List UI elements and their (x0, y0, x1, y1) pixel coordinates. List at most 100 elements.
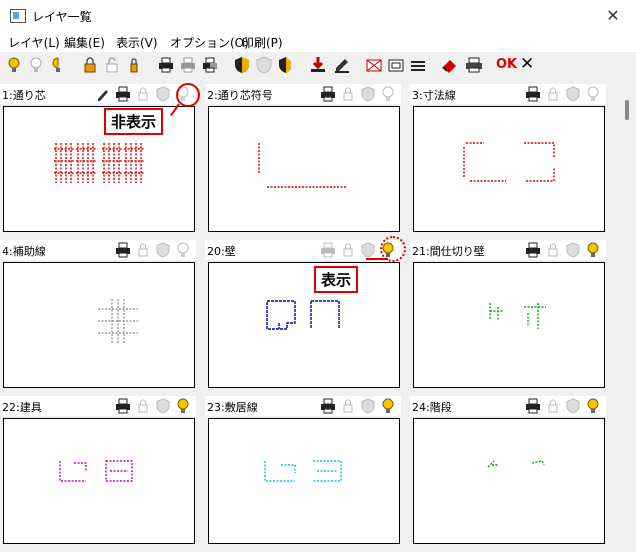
bulb-on-icon[interactable] (584, 397, 602, 415)
download-icon[interactable] (308, 55, 328, 75)
layer-panel[interactable]: 21:間仕切り壁 (410, 240, 606, 390)
shield-icon[interactable] (359, 241, 377, 259)
printer-half-icon[interactable] (200, 55, 220, 75)
lock-icon[interactable] (134, 397, 152, 415)
layer-panel[interactable]: 4:補助線 (0, 240, 196, 390)
printer-icon[interactable] (524, 85, 542, 103)
printer-icon[interactable] (319, 397, 337, 415)
lock-icon[interactable] (80, 55, 100, 75)
menu-layer[interactable]: レイヤ(L) (8, 34, 60, 51)
vertical-scrollbar[interactable] (620, 80, 636, 552)
layer-panel[interactable]: 23:敷居線 (205, 396, 401, 546)
layer-panel-header: 1:通り芯 (0, 84, 196, 104)
bulb-off-icon[interactable] (174, 241, 192, 259)
close-button[interactable]: ✕ (590, 0, 636, 32)
bulb-on-icon[interactable] (174, 397, 192, 415)
printer-icon[interactable] (114, 397, 132, 415)
layer-preview[interactable] (208, 106, 400, 232)
printer-icon[interactable] (114, 85, 132, 103)
frame-icon[interactable] (364, 55, 384, 75)
layer-preview[interactable] (413, 262, 605, 388)
layer-name: 23:敷居線 (207, 401, 258, 414)
layer-preview[interactable] (413, 106, 605, 232)
bulb-off-icon[interactable] (584, 85, 602, 103)
pencil-icon[interactable] (94, 85, 112, 103)
lock-open-icon[interactable] (102, 55, 122, 75)
printer-icon[interactable] (319, 85, 337, 103)
layer-preview-drawing (463, 142, 555, 182)
layer-panel[interactable]: 24:階段 (410, 396, 606, 546)
menu-edit[interactable]: 編集(E) (64, 34, 105, 51)
printer-off-icon[interactable] (178, 55, 198, 75)
shield-off-icon[interactable] (254, 55, 274, 75)
layer-preview[interactable] (208, 262, 400, 388)
shield-icon[interactable] (359, 397, 377, 415)
lock-icon[interactable] (339, 85, 357, 103)
shield-half-icon[interactable] (276, 55, 296, 75)
bulb-off-icon[interactable] (379, 85, 397, 103)
shield-icon[interactable] (359, 85, 377, 103)
lock-icon[interactable] (339, 397, 357, 415)
layer-panel[interactable]: 1:通り芯 (0, 84, 196, 234)
shield-icon[interactable] (154, 241, 172, 259)
edit-icon[interactable] (332, 55, 352, 75)
hidden-callout: 非表示 (104, 108, 164, 135)
layer-name: 2:通り芯符号 (207, 89, 273, 102)
bulb-on-icon[interactable] (4, 55, 24, 75)
bulb-on-icon[interactable] (584, 241, 602, 259)
menu-options[interactable]: オプション(O) (170, 34, 249, 51)
layer-preview[interactable] (208, 418, 400, 544)
layer-preview[interactable] (3, 418, 195, 544)
hidden-highlight-ring (176, 83, 200, 107)
menu-print[interactable]: 印刷(P) (242, 34, 283, 51)
lock-half-icon[interactable] (124, 55, 144, 75)
layer-panel-icons (319, 397, 399, 415)
lock-icon[interactable] (544, 85, 562, 103)
shield-icon[interactable] (154, 397, 172, 415)
eraser-icon[interactable] (440, 55, 460, 75)
layer-preview-drawing (59, 460, 133, 482)
printer-icon[interactable] (319, 241, 337, 259)
lock-icon[interactable] (134, 241, 152, 259)
layer-preview[interactable] (413, 418, 605, 544)
layer-panel[interactable]: 2:通り芯符号 (205, 84, 401, 234)
cancel-button[interactable]: ✕ (520, 54, 534, 74)
scroll-thumb[interactable] (625, 100, 629, 120)
layer-preview[interactable] (3, 106, 195, 232)
layer-panel-header: 3:寸法線 (410, 84, 606, 104)
print-icon[interactable] (464, 55, 484, 75)
lock-icon[interactable] (544, 241, 562, 259)
layer-panel-icons (114, 241, 194, 259)
lock-icon[interactable] (134, 85, 152, 103)
bulb-on-icon[interactable] (379, 397, 397, 415)
menu-view[interactable]: 表示(V) (116, 34, 158, 51)
layer-panel-icons (114, 397, 194, 415)
shield-icon[interactable] (154, 85, 172, 103)
layer-panel-icons (524, 85, 604, 103)
layer-panel-header: 23:敷居線 (205, 396, 401, 416)
layer-panel[interactable]: 22:建具 (0, 396, 196, 546)
layer-panel[interactable]: 3:寸法線 (410, 84, 606, 234)
layer-preview[interactable] (3, 262, 195, 388)
bulb-off-icon[interactable] (26, 55, 46, 75)
shield-icon[interactable] (564, 85, 582, 103)
layer-panel-header: 2:通り芯符号 (205, 84, 401, 104)
shield-icon[interactable] (232, 55, 252, 75)
toolbar: OK ✕ (0, 52, 636, 78)
ok-button[interactable]: OK (496, 57, 517, 72)
printer-icon[interactable] (524, 397, 542, 415)
printer-icon[interactable] (524, 241, 542, 259)
bulb-half-icon[interactable] (48, 55, 68, 75)
rect-icon[interactable] (386, 55, 406, 75)
lock-icon[interactable] (544, 397, 562, 415)
layers-icon[interactable] (408, 55, 428, 75)
layer-name: 21:間仕切り壁 (412, 245, 485, 258)
printer-icon[interactable] (156, 55, 176, 75)
layer-panel[interactable]: 20:壁 (205, 240, 401, 390)
lock-icon[interactable] (339, 241, 357, 259)
shield-icon[interactable] (564, 241, 582, 259)
printer-icon[interactable] (114, 241, 132, 259)
layer-panel-icons (524, 397, 604, 415)
title-bar: レイヤ一覧 ✕ (0, 0, 636, 32)
shield-icon[interactable] (564, 397, 582, 415)
